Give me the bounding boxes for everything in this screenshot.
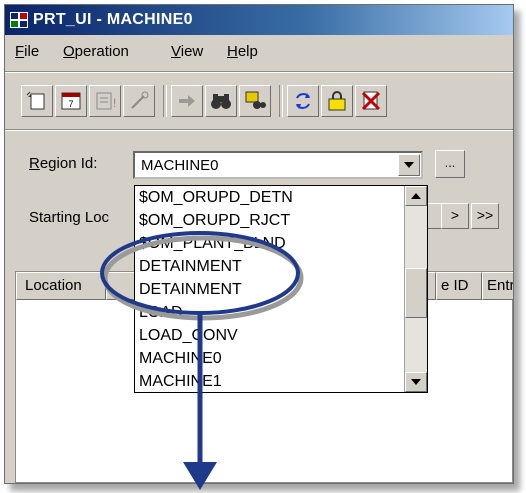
window-title: PRT_UI - MACHINE0 <box>33 11 193 28</box>
starting-location-label: Starting Loc <box>29 209 110 226</box>
info-button[interactable]: ! <box>89 85 121 117</box>
column-header-location[interactable]: Location <box>16 272 106 300</box>
region-dropdown-button[interactable] <box>398 154 420 176</box>
region-dropdown-list[interactable]: $OM_ORUPD_DETN $OM_ORUPD_RJCT $OM_PLANT_… <box>134 185 428 393</box>
find-icon <box>245 91 266 109</box>
dropdown-item[interactable]: LOAD_CONV <box>139 324 293 347</box>
dropdown-items: $OM_ORUPD_DETN $OM_ORUPD_RJCT $OM_PLANT_… <box>139 186 293 392</box>
disabled-info-icon: ! <box>96 92 116 110</box>
last-button[interactable]: >> <box>471 203 499 229</box>
toolbar: 7 ! <box>15 79 513 123</box>
scroll-thumb[interactable] <box>405 268 427 318</box>
title-bar[interactable]: PRT_UI - MACHINE0 <box>5 5 513 35</box>
dropdown-item[interactable]: LOAD <box>139 301 293 324</box>
wand-button[interactable] <box>123 85 155 117</box>
menu-view[interactable]: View <box>171 43 203 60</box>
dropdown-item[interactable]: MACHINE1 <box>139 370 293 392</box>
menu-operation[interactable]: Operation <box>63 43 129 60</box>
disabled-wand-icon <box>131 91 149 109</box>
search-button[interactable] <box>205 85 237 117</box>
delete-button[interactable] <box>355 85 387 117</box>
browse-button[interactable]: ... <box>435 150 465 178</box>
svg-text:!: ! <box>113 96 116 110</box>
dropdown-item[interactable]: MACHINE0 <box>139 347 293 370</box>
refresh-icon <box>296 93 310 109</box>
chevron-down-icon <box>411 379 421 385</box>
calendar-icon: 7 <box>61 92 81 110</box>
find-button[interactable] <box>239 85 271 117</box>
region-id-label: Region Id: <box>29 155 98 172</box>
scroll-up-button[interactable] <box>405 186 427 206</box>
chevron-down-icon <box>404 162 414 168</box>
new-button[interactable] <box>21 85 53 117</box>
refresh-button[interactable] <box>287 85 319 117</box>
delete-icon <box>361 91 381 111</box>
toolbar-separator-2 <box>279 85 283 117</box>
region-id-combobox[interactable]: MACHINE0 <box>133 151 423 179</box>
forward-button[interactable] <box>171 85 203 117</box>
dropdown-scrollbar[interactable] <box>404 186 427 392</box>
svg-text:7: 7 <box>68 99 73 109</box>
region-id-value: MACHINE0 <box>141 157 219 174</box>
dropdown-item[interactable]: $OM_PLANT_BLND <box>139 232 293 255</box>
dropdown-item[interactable]: $OM_ORUPD_DETN <box>139 186 293 209</box>
calendar-button[interactable]: 7 <box>55 85 87 117</box>
dropdown-item[interactable]: DETAINMENT <box>139 278 293 301</box>
arrow-right-icon <box>179 95 195 107</box>
dropdown-item[interactable]: DETAINMENT <box>139 255 293 278</box>
dropdown-item[interactable]: $OM_ORUPD_RJCT <box>139 209 293 232</box>
menu-file[interactable]: File <box>15 43 39 60</box>
menu-bar: File Operation View Help <box>5 43 513 67</box>
toolbar-divider <box>5 129 513 131</box>
column-header-entry[interactable]: Entr <box>482 272 513 300</box>
app-window: PRT_UI - MACHINE0 File Operation View He… <box>4 4 514 484</box>
chevron-up-icon <box>411 193 421 199</box>
new-doc-icon <box>26 91 45 110</box>
menu-help[interactable]: Help <box>227 43 258 60</box>
app-icon <box>10 12 28 28</box>
column-header-id[interactable]: e ID <box>436 272 482 300</box>
toolbar-separator <box>163 85 167 117</box>
lock-icon <box>328 91 346 111</box>
binoculars-icon <box>211 94 231 109</box>
menu-divider <box>5 71 513 73</box>
next-button[interactable]: > <box>441 203 469 229</box>
lock-button[interactable] <box>321 85 353 117</box>
scroll-down-button[interactable] <box>405 372 427 392</box>
